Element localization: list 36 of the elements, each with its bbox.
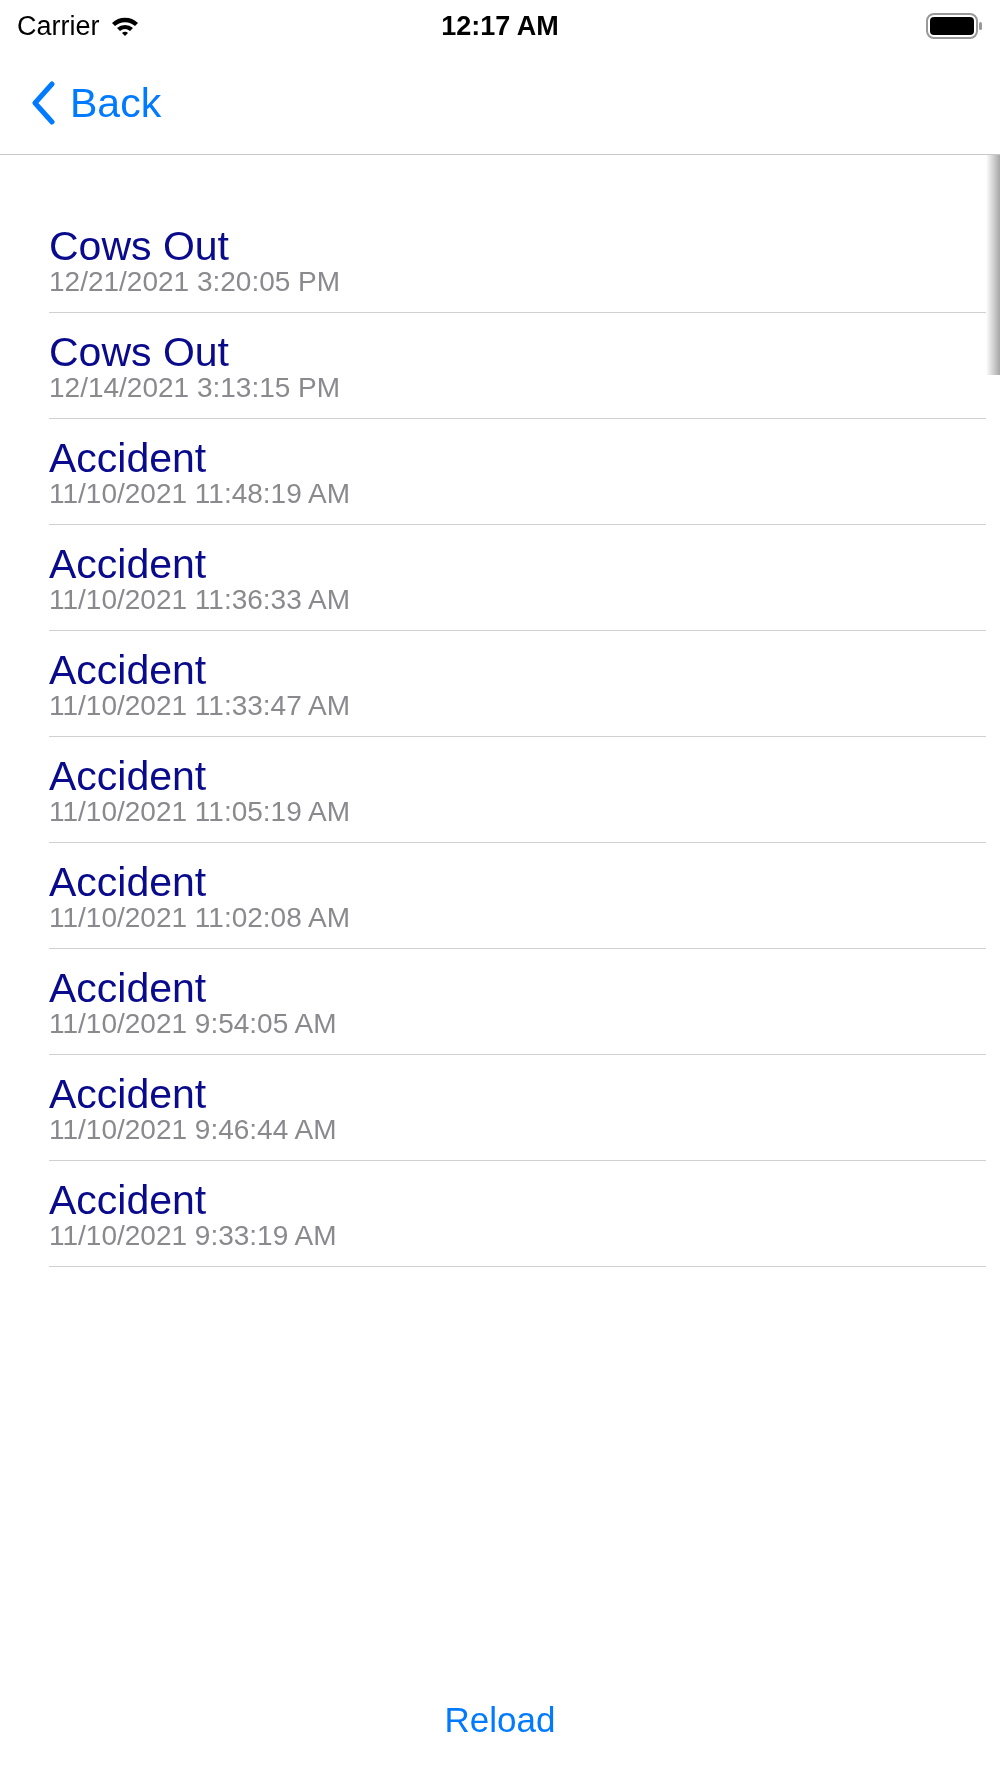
list-row[interactable]: Accident 11/10/2021 9:46:44 AM bbox=[49, 1055, 986, 1161]
row-date: 11/10/2021 11:33:47 AM bbox=[49, 689, 350, 722]
back-button[interactable]: Back bbox=[30, 79, 162, 127]
row-date: 11/10/2021 11:05:19 AM bbox=[49, 795, 350, 828]
row-date: 11/10/2021 11:36:33 AM bbox=[49, 583, 350, 616]
list-row[interactable]: Cows Out 12/21/2021 3:20:05 PM bbox=[49, 207, 986, 313]
list-row[interactable]: Accident 11/10/2021 11:33:47 AM bbox=[49, 631, 986, 737]
row-date: 11/10/2021 11:02:08 AM bbox=[49, 901, 350, 934]
list-row[interactable]: Cows Out 12/14/2021 3:13:15 PM bbox=[49, 313, 986, 419]
row-title: Cows Out bbox=[49, 225, 229, 266]
row-title: Accident bbox=[49, 437, 207, 478]
list-row[interactable]: Accident 11/10/2021 11:02:08 AM bbox=[49, 843, 986, 949]
row-title: Accident bbox=[49, 861, 207, 902]
list-row[interactable]: Accident 11/10/2021 9:54:05 AM bbox=[49, 949, 986, 1055]
list-row[interactable]: Accident 11/10/2021 9:33:19 AM bbox=[49, 1161, 986, 1267]
chevron-icon bbox=[30, 81, 56, 125]
row-title: Accident bbox=[49, 649, 207, 690]
list-row[interactable]: Accident 11/10/2021 11:05:19 AM bbox=[49, 737, 986, 843]
row-title: Accident bbox=[49, 543, 207, 584]
list-row[interactable]: Accident 11/10/2021 11:36:33 AM bbox=[49, 525, 986, 631]
row-title: Accident bbox=[49, 1179, 207, 1220]
row-date: 11/10/2021 9:46:44 AM bbox=[49, 1113, 337, 1146]
row-date: 12/21/2021 3:20:05 PM bbox=[49, 265, 341, 298]
clock-time: 12:17 AM bbox=[441, 10, 559, 42]
reload-button[interactable]: Reload bbox=[444, 1700, 556, 1740]
row-date: 11/10/2021 9:54:05 AM bbox=[49, 1007, 337, 1040]
row-title: Cows Out bbox=[49, 331, 229, 372]
list-row[interactable]: Accident 11/10/2021 11:48:19 AM bbox=[49, 419, 986, 525]
row-date: 11/10/2021 11:48:19 AM bbox=[49, 477, 350, 510]
row-date: 12/14/2021 3:13:15 PM bbox=[49, 371, 341, 404]
row-date: 11/10/2021 9:33:19 AM bbox=[49, 1219, 337, 1252]
battery-icon bbox=[926, 13, 984, 39]
row-title: Accident bbox=[49, 755, 207, 796]
carrier-label: Carrier bbox=[17, 10, 100, 42]
row-title: Accident bbox=[49, 967, 207, 1008]
row-title: Accident bbox=[49, 1073, 207, 1114]
